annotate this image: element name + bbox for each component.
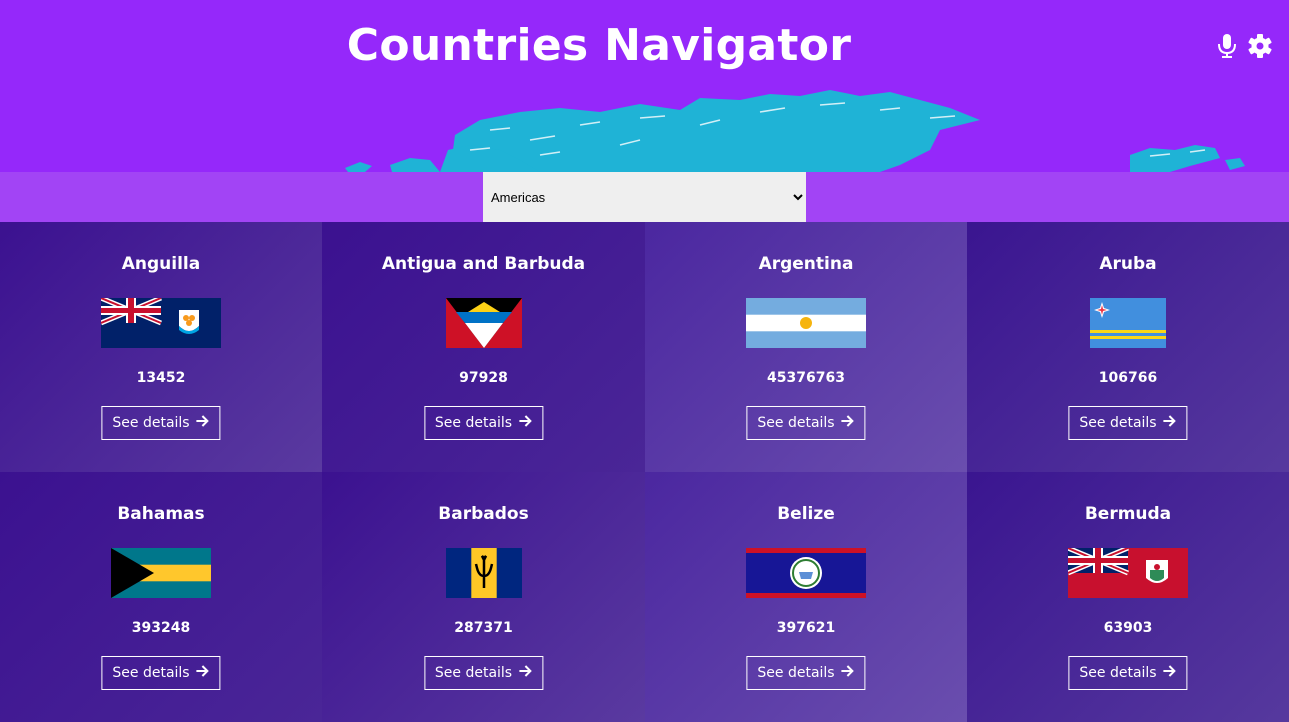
arrow-right-icon — [1163, 664, 1177, 682]
see-details-button[interactable]: See details — [746, 406, 866, 440]
arrow-right-icon — [518, 664, 532, 682]
country-name: Antigua and Barbuda — [381, 254, 586, 274]
barbados-flag-icon — [445, 548, 522, 598]
see-details-button[interactable]: See details — [101, 406, 221, 440]
country-population: 287371 — [454, 620, 513, 636]
country-card: Bermuda 63903 See details — [967, 472, 1289, 722]
argentina-flag-icon — [746, 298, 866, 348]
country-card: Belize 397621 See details — [645, 472, 967, 722]
arrow-right-icon — [196, 664, 210, 682]
see-details-button[interactable]: See details — [746, 656, 866, 690]
country-card: Aruba 106766 See details — [967, 222, 1289, 472]
country-card: Argentina 45376763 See details — [645, 222, 967, 472]
country-name: Argentina — [758, 254, 854, 274]
country-population: 106766 — [1098, 370, 1158, 386]
country-name: Anguilla — [121, 254, 201, 274]
antigua-and-barbuda-flag-icon — [445, 298, 522, 348]
see-details-button[interactable]: See details — [101, 656, 221, 690]
country-card: Bahamas 393248 See details — [0, 472, 322, 722]
see-details-label: See details — [1079, 665, 1157, 681]
bermuda-flag-icon — [1068, 548, 1188, 598]
country-population: 63903 — [1103, 620, 1153, 636]
see-details-label: See details — [112, 665, 190, 681]
country-name: Aruba — [1099, 254, 1157, 274]
microphone-icon[interactable] — [1215, 33, 1239, 59]
see-details-button[interactable]: See details — [423, 656, 544, 690]
belize-flag-icon — [746, 548, 866, 598]
arrow-right-icon — [196, 414, 210, 432]
country-name: Belize — [777, 504, 835, 524]
see-details-button[interactable]: See details — [423, 406, 544, 440]
see-details-button[interactable]: See details — [1068, 656, 1188, 690]
gear-icon[interactable] — [1247, 33, 1272, 59]
country-name: Bermuda — [1084, 504, 1172, 524]
arrow-right-icon — [841, 414, 855, 432]
arrow-right-icon — [841, 664, 855, 682]
country-name: Bahamas — [117, 504, 205, 524]
see-details-label: See details — [757, 415, 835, 431]
arrow-right-icon — [518, 414, 532, 432]
country-card: Barbados 287371 See details — [322, 472, 645, 722]
see-details-label: See details — [434, 665, 513, 681]
see-details-label: See details — [1079, 415, 1157, 431]
see-details-label: See details — [757, 665, 835, 681]
country-population: 13452 — [136, 370, 186, 386]
country-population: 97928 — [459, 370, 508, 386]
region-select[interactable]: Americas — [483, 172, 806, 222]
anguilla-flag-icon — [101, 298, 221, 348]
see-details-button[interactable]: See details — [1068, 406, 1188, 440]
country-population: 45376763 — [767, 370, 845, 386]
countries-grid: Anguilla 13452 See details Antigua and B… — [0, 222, 1289, 722]
country-card: Antigua and Barbuda 97928 See details — [322, 222, 645, 472]
see-details-label: See details — [112, 415, 190, 431]
aruba-flag-icon — [1090, 298, 1166, 348]
country-population: 397621 — [776, 620, 836, 636]
see-details-label: See details — [434, 415, 513, 431]
country-population: 393248 — [131, 620, 191, 636]
app-header: Countries Navigator — [0, 0, 1289, 172]
bahamas-flag-icon — [111, 548, 211, 598]
arrow-right-icon — [1163, 414, 1177, 432]
region-filter-bar: Americas — [0, 172, 1289, 222]
page-title: Countries Navigator — [346, 20, 852, 71]
country-name: Barbados — [438, 504, 529, 524]
country-card: Anguilla 13452 See details — [0, 222, 322, 472]
